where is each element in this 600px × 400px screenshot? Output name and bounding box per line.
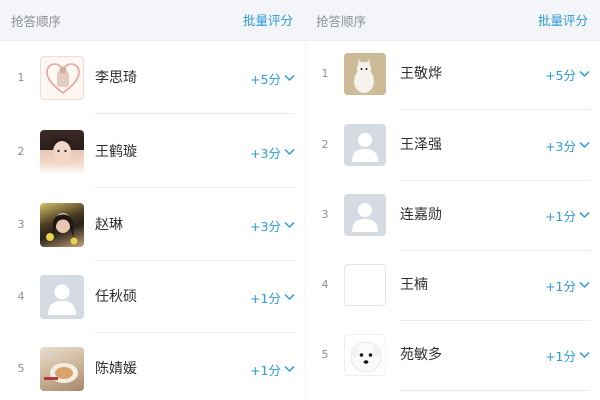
rank-number: 1	[17, 71, 25, 84]
student-name: 王楠	[400, 277, 428, 293]
rank-number: 3	[17, 218, 25, 231]
rank-number: 5	[321, 348, 329, 361]
chevron-down-icon	[579, 70, 590, 78]
list-item: 2 王鹤璇 +3分	[0, 116, 305, 188]
batch-score-button[interactable]: 批量评分	[538, 10, 588, 29]
score-value: +3分	[250, 218, 281, 234]
student-name: 李思琦	[95, 70, 137, 86]
default-user-icon	[352, 133, 378, 162]
avatar	[40, 275, 84, 319]
list-item: 1 李思琦 +5分	[0, 42, 305, 114]
list-item: 4 任秋硕 +1分	[0, 261, 305, 333]
avatar	[40, 130, 84, 174]
chevron-down-icon	[284, 221, 295, 229]
score-value: +5分	[250, 71, 281, 87]
right-answer-panel: 抢答顺序 批量评分 1 王敬烨 +5分 2 王泽强 +3分 3 连嘉勋 +1分 …	[306, 0, 600, 400]
cat-photo-icon	[344, 53, 386, 95]
score-dropdown[interactable]: +3分	[250, 142, 295, 162]
list-item: 1 王敬烨 +5分	[306, 38, 600, 110]
student-name: 王敬烨	[400, 66, 442, 82]
batch-score-button[interactable]: 批量评分	[243, 10, 293, 29]
chevron-down-icon	[284, 365, 295, 373]
student-name: 王泽强	[400, 137, 442, 153]
student-name: 苑敏多	[400, 347, 442, 363]
list-item: 3 连嘉勋 +1分	[306, 179, 600, 251]
avatar	[40, 203, 84, 247]
chevron-down-icon	[579, 351, 590, 359]
score-dropdown[interactable]: +5分	[545, 64, 590, 84]
dog-photo-icon	[350, 341, 382, 373]
rank-number: 1	[321, 67, 329, 80]
student-name: 赵琳	[95, 217, 123, 233]
rank-number: 4	[17, 290, 25, 303]
person-photo-icon	[46, 213, 78, 245]
divider	[95, 113, 295, 114]
avatar	[344, 53, 386, 95]
score-value: +3分	[545, 138, 576, 154]
score-dropdown[interactable]: +1分	[250, 287, 295, 307]
score-dropdown[interactable]: +1分	[545, 275, 590, 295]
score-dropdown[interactable]: +1分	[545, 345, 590, 365]
list-item: 3 赵琳 +3分	[0, 189, 305, 261]
score-value: +1分	[545, 278, 576, 294]
person-photo-icon	[51, 138, 73, 163]
score-dropdown[interactable]: +1分	[250, 359, 295, 379]
avatar	[344, 194, 386, 236]
rank-number: 3	[321, 208, 329, 221]
score-dropdown[interactable]: +5分	[250, 68, 295, 88]
list-item: 5 苑敏多 +1分	[306, 319, 600, 391]
avatar	[344, 124, 386, 166]
chevron-down-icon	[284, 74, 295, 82]
food-photo-icon	[44, 363, 78, 383]
chevron-down-icon	[284, 148, 295, 156]
student-name: 任秋硕	[95, 289, 137, 305]
student-name: 连嘉勋	[400, 207, 442, 223]
list-item: 5 陈婧媛 +1分	[0, 333, 305, 400]
heart-icon	[46, 63, 80, 95]
rank-number: 5	[17, 362, 25, 375]
list-item: 2 王泽强 +3分	[306, 109, 600, 181]
avatar	[344, 264, 386, 306]
rank-number: 4	[321, 278, 329, 291]
score-value: +1分	[545, 348, 576, 364]
chevron-down-icon	[579, 141, 590, 149]
score-dropdown[interactable]: +3分	[545, 135, 590, 155]
panel-header: 抢答顺序 批量评分	[306, 0, 600, 41]
score-value: +1分	[250, 362, 281, 378]
rank-number: 2	[321, 138, 329, 151]
panel-title: 抢答顺序	[11, 14, 62, 29]
score-value: +3分	[250, 145, 281, 161]
left-answer-panel: 抢答顺序 批量评分 1 李思琦 +5分 2 王鹤璇 +3分 3 赵琳 +3分 4…	[0, 0, 305, 400]
panel-header: 抢答顺序 批量评分	[0, 0, 305, 41]
chevron-down-icon	[284, 293, 295, 301]
panel-title: 抢答顺序	[316, 14, 367, 29]
list-item: 4 王楠 +1分	[306, 249, 600, 321]
score-value: +1分	[545, 208, 576, 224]
student-name: 陈婧媛	[95, 361, 137, 377]
score-value: +5分	[545, 67, 576, 83]
rank-number: 2	[17, 145, 25, 158]
avatar	[344, 334, 386, 376]
default-user-icon	[352, 203, 378, 232]
chevron-down-icon	[579, 281, 590, 289]
score-dropdown[interactable]: +3分	[250, 215, 295, 235]
divider	[95, 187, 295, 188]
chevron-down-icon	[579, 211, 590, 219]
avatar	[40, 347, 84, 391]
score-dropdown[interactable]: +1分	[545, 205, 590, 225]
student-name: 王鹤璇	[95, 144, 137, 160]
default-user-icon	[48, 284, 76, 315]
avatar	[40, 56, 84, 100]
score-value: +1分	[250, 290, 281, 306]
divider	[400, 390, 590, 391]
